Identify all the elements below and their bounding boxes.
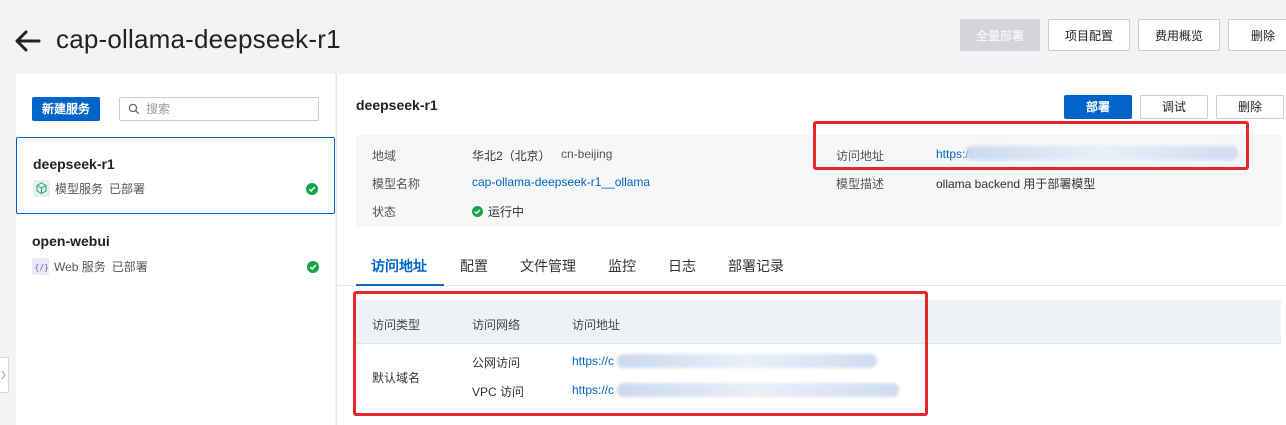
- service-meta: {/} Web 服务 已部署: [32, 258, 148, 275]
- web-code-icon: {/}: [32, 258, 49, 275]
- region-code: cn-beijing: [561, 147, 613, 161]
- cost-overview-button[interactable]: 费用概览: [1138, 19, 1220, 51]
- service-type: 模型服务: [55, 182, 104, 196]
- service-name: deepseek-r1: [33, 156, 115, 172]
- service-meta: 模型服务 已部署: [33, 180, 145, 197]
- deploy-button[interactable]: 部署: [1064, 95, 1132, 119]
- model-cube-icon: [33, 180, 50, 197]
- redacted-url-blur: [617, 383, 899, 397]
- back-arrow-icon[interactable]: [14, 28, 42, 54]
- delete-service-button[interactable]: 删除: [1216, 95, 1284, 119]
- row-network-vpc: VPC 访问: [472, 385, 525, 399]
- svg-text:{/}: {/}: [35, 263, 49, 272]
- project-config-button[interactable]: 项目配置: [1048, 19, 1130, 51]
- region-label: 地域: [372, 149, 397, 163]
- service-name: open-webui: [32, 233, 110, 249]
- row-type-cell: 默认域名: [372, 371, 421, 385]
- search-input[interactable]: [146, 100, 311, 118]
- search-icon: [128, 103, 140, 115]
- service-detail-panel: [336, 74, 1286, 425]
- access-url-link[interactable]: https:/: [936, 147, 969, 161]
- row-url-vpc[interactable]: https://c: [572, 383, 614, 397]
- model-name-label: 模型名称: [372, 177, 421, 191]
- model-desc-label: 模型描述: [836, 177, 885, 191]
- tab-monitor[interactable]: 监控: [608, 256, 636, 276]
- deploy-all-button[interactable]: 全量部署: [960, 19, 1040, 51]
- column-header-network: 访问网络: [472, 318, 521, 332]
- model-desc-value: ollama backend 用于部署模型: [936, 177, 1096, 191]
- search-box[interactable]: [119, 97, 319, 121]
- debug-button[interactable]: 调试: [1140, 95, 1208, 119]
- service-title: deepseek-r1: [356, 97, 438, 113]
- deployed-check-icon: [306, 183, 318, 195]
- status-label: 状态: [372, 205, 397, 219]
- deployed-check-icon: [307, 261, 319, 273]
- tab-logs[interactable]: 日志: [668, 256, 696, 276]
- column-header-type: 访问类型: [372, 318, 421, 332]
- model-name-link[interactable]: cap-ollama-deepseek-r1__ollama: [472, 175, 650, 189]
- service-status: 已部署: [109, 182, 146, 196]
- status-value: 运行中: [472, 203, 524, 220]
- tab-files[interactable]: 文件管理: [520, 256, 576, 276]
- tab-deploy-history[interactable]: 部署记录: [728, 256, 784, 276]
- access-url-label: 访问地址: [836, 149, 885, 163]
- tab-config[interactable]: 配置: [460, 256, 488, 276]
- row-network-public: 公网访问: [472, 356, 521, 370]
- redacted-url-blur: [966, 146, 1238, 160]
- column-header-url: 访问地址: [572, 318, 621, 332]
- service-card-open-webui[interactable]: open-webui {/} Web 服务 已部署: [16, 217, 335, 292]
- region-value: 华北2（北京）: [472, 149, 551, 163]
- tabs-divider: [336, 285, 1286, 286]
- service-status: 已部署: [111, 260, 148, 274]
- service-type: Web 服务: [54, 260, 106, 274]
- status-text: 运行中: [488, 205, 525, 219]
- running-check-icon: [472, 206, 483, 217]
- page-title: cap-ollama-deepseek-r1: [56, 24, 341, 54]
- redacted-url-blur: [617, 354, 877, 368]
- active-tab-indicator: [356, 284, 444, 286]
- tab-access-url[interactable]: 访问地址: [371, 256, 427, 276]
- service-card-deepseek-r1[interactable]: deepseek-r1 模型服务 已部署: [16, 137, 335, 214]
- collapse-handle[interactable]: [0, 357, 9, 393]
- delete-project-button[interactable]: 删除: [1228, 19, 1286, 51]
- row-url-public[interactable]: https://c: [572, 354, 614, 368]
- new-service-button[interactable]: 新建服务: [32, 97, 100, 121]
